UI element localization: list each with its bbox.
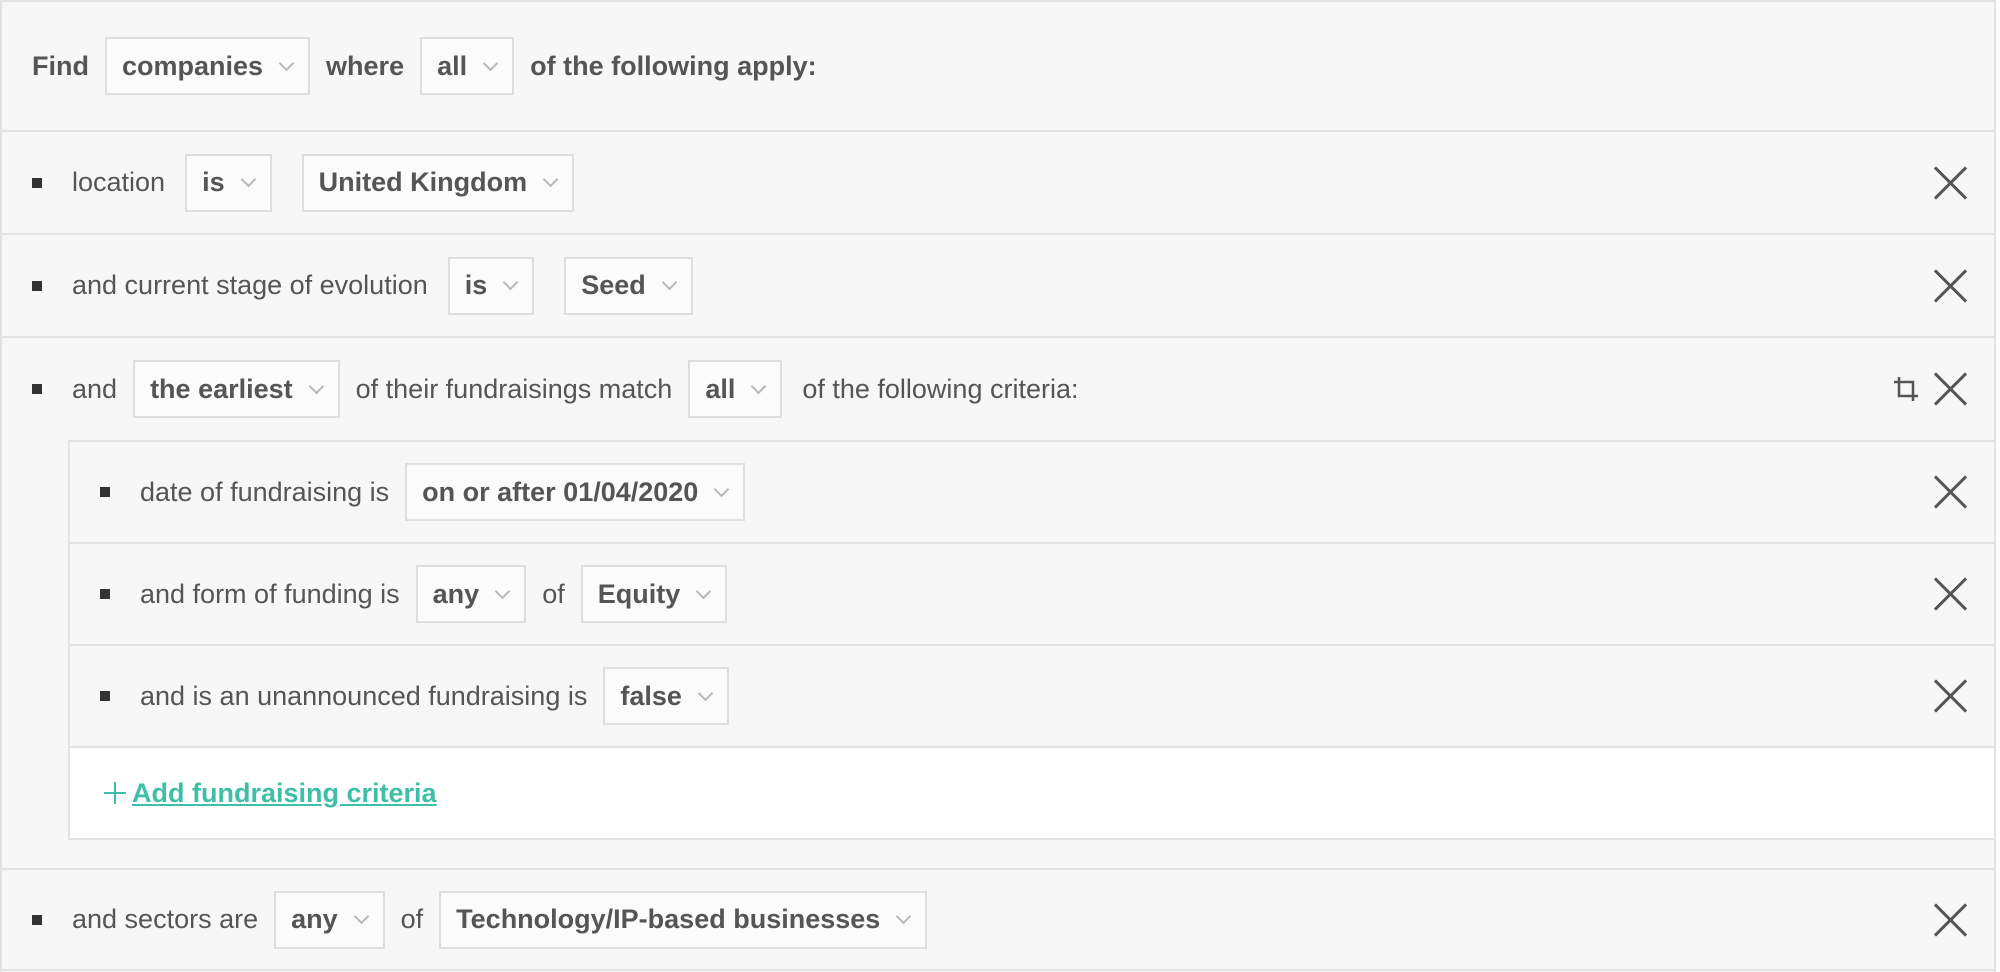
criterion-label: and current stage of evolution: [72, 270, 428, 300]
chevron-down-icon: [502, 274, 519, 291]
bullet-icon: [32, 914, 42, 925]
bullet-icon: [32, 384, 42, 394]
which-fundraising-value: the earliest: [150, 373, 293, 404]
date-value-select[interactable]: on or after 01/04/2020: [405, 463, 746, 521]
subcriterion-label: date of fundraising is: [140, 476, 390, 507]
operator-select-value: is: [202, 167, 225, 197]
quantifier-select[interactable]: any: [415, 565, 527, 623]
sectors-value-select[interactable]: Technology/IP-based businesses: [439, 890, 928, 949]
of-label: of: [400, 904, 424, 934]
chevron-down-icon: [308, 378, 324, 394]
quantifier-value: any: [432, 578, 480, 609]
chevron-down-icon: [896, 908, 912, 925]
subcriterion-label: and form of funding is: [140, 578, 400, 609]
of-label: of: [542, 578, 565, 609]
operator-select-value: is: [464, 270, 488, 300]
chevron-down-icon: [542, 171, 559, 188]
chevron-down-icon: [353, 908, 369, 925]
chevron-down-icon: [661, 274, 678, 291]
subcriterion-label: and is an unannounced fundraising is: [140, 680, 588, 711]
quantifier-select[interactable]: any: [274, 890, 385, 949]
entity-select-value: companies: [121, 50, 264, 81]
crop-icon[interactable]: [1892, 375, 1920, 403]
plus-icon[interactable]: [104, 782, 126, 804]
header-suffix: of the following apply:: [530, 50, 817, 81]
subcriterion-date: date of fundraising is on or after 01/04…: [70, 442, 1994, 544]
funding-form-select[interactable]: Equity: [580, 565, 728, 623]
remove-criterion-icon[interactable]: [1934, 373, 1966, 405]
remove-criterion-icon[interactable]: [1934, 904, 1966, 936]
chevron-down-icon: [695, 583, 712, 599]
chevron-down-icon: [751, 378, 767, 394]
bullet-icon: [100, 589, 110, 599]
stage-value-select[interactable]: Seed: [564, 256, 693, 315]
remove-criterion-icon[interactable]: [1934, 167, 1966, 199]
bullet-icon: [32, 177, 42, 188]
remove-subcriterion-icon[interactable]: [1934, 578, 1966, 610]
find-label: Find: [32, 50, 89, 81]
location-value-select[interactable]: United Kingdom: [301, 153, 575, 212]
unannounced-select[interactable]: false: [603, 667, 729, 725]
fundraising-match-select[interactable]: all: [688, 360, 783, 418]
stage-value: Seed: [581, 270, 646, 300]
unannounced-value: false: [620, 680, 682, 711]
criterion-label: location: [72, 167, 166, 197]
location-value: United Kingdom: [318, 167, 528, 197]
bullet-icon: [100, 487, 110, 497]
match-select-value: all: [437, 50, 468, 81]
add-fundraising-criteria-row: Add fundraising criteria: [70, 748, 1994, 838]
which-fundraising-select[interactable]: the earliest: [133, 360, 340, 418]
criterion-sectors: and sectors are any of Technology/IP-bas…: [2, 868, 1994, 971]
fundraising-match-value: all: [705, 373, 736, 404]
date-value: on or after 01/04/2020: [422, 476, 699, 507]
criterion-location: location is United Kingdom: [2, 132, 1994, 235]
operator-select[interactable]: is: [447, 256, 535, 315]
subcriterion-funding-form: and form of funding is any of Equity: [70, 544, 1994, 646]
chevron-down-icon: [240, 171, 256, 188]
criterion-stage: and current stage of evolution is Seed: [2, 235, 1994, 338]
match-select[interactable]: all: [420, 37, 515, 95]
criterion-label: and sectors are: [72, 904, 259, 934]
chevron-down-icon: [714, 481, 730, 497]
criterion-suffix: of the following criteria:: [802, 373, 1079, 404]
sectors-value: Technology/IP-based businesses: [456, 904, 881, 934]
quantifier-value: any: [291, 904, 338, 934]
bullet-icon: [32, 280, 42, 291]
remove-criterion-icon[interactable]: [1934, 270, 1966, 302]
operator-select[interactable]: is: [185, 153, 272, 212]
chevron-down-icon: [494, 583, 511, 599]
chevron-down-icon: [482, 55, 499, 71]
add-fundraising-criteria-link[interactable]: Add fundraising criteria: [132, 778, 437, 809]
criterion-prefix: and: [72, 373, 118, 404]
remove-subcriterion-icon[interactable]: [1934, 680, 1966, 712]
entity-select[interactable]: companies: [104, 37, 311, 95]
where-label: where: [326, 50, 405, 81]
bullet-icon: [100, 691, 110, 701]
funding-form-value: Equity: [597, 578, 681, 609]
criterion-fundraisings: and the earliest of their fundraisings m…: [2, 338, 1994, 440]
remove-subcriterion-icon[interactable]: [1934, 476, 1966, 508]
chevron-down-icon: [697, 685, 714, 701]
fundraising-subcriteria: date of fundraising is on or after 01/04…: [68, 440, 1994, 840]
query-builder: Find companies where all of the followin…: [0, 0, 1996, 972]
query-header: Find companies where all of the followin…: [2, 2, 1994, 132]
criterion-middle: of their fundraisings match: [355, 373, 673, 404]
subcriterion-unannounced: and is an unannounced fundraising is fal…: [70, 646, 1994, 748]
chevron-down-icon: [278, 55, 295, 71]
